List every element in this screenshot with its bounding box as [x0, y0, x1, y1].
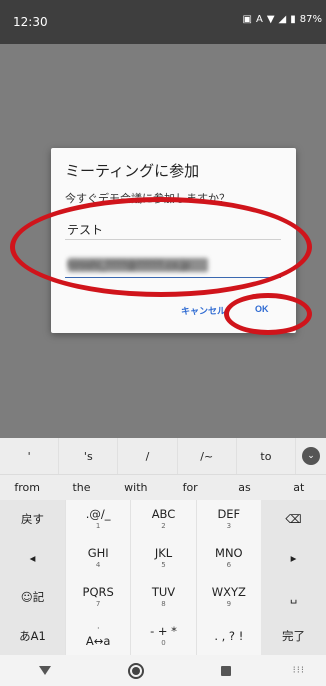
expand-suggestions-button[interactable]: ⌄ — [296, 438, 326, 474]
key-sublabel: 6 — [226, 561, 232, 569]
key-6[interactable]: MNO 6 — [195, 539, 261, 578]
key-label: - + * — [150, 624, 177, 638]
key-1[interactable]: .@/_ 1 — [65, 500, 131, 539]
key-sublabel: 5 — [161, 561, 166, 569]
key-3[interactable]: DEF 3 — [195, 500, 261, 539]
battery-icon: ▮ — [290, 14, 296, 25]
word-item[interactable]: for — [163, 475, 217, 500]
home-circle-icon — [127, 662, 144, 679]
status-bar: 12:30 ▣ A ▼ ◢ ▮ 87% — [0, 0, 326, 44]
done-key[interactable]: 完了 — [260, 617, 326, 656]
key-label: GHI — [87, 546, 109, 560]
key-row: 戻す .@/_ 1 ABC 2 DEF 3 ⌫ — [0, 500, 326, 539]
suggestion-item[interactable]: to — [237, 438, 297, 474]
key-sublabel: 0 — [161, 639, 166, 647]
navigation-bar: ⁝⁝⁝ — [0, 655, 326, 686]
phone-screen: 12:30 ▣ A ▼ ◢ ▮ 87% ミーティングに参加 今すぐデモ会議に参加… — [0, 0, 326, 686]
key-row: ◂ GHI 4 JKL 5 MNO 6 ▸ — [0, 539, 326, 578]
key-label: .@/_ — [85, 507, 111, 521]
word-item[interactable]: the — [54, 475, 108, 500]
key-2[interactable]: ABC 2 — [130, 500, 196, 539]
key-label: 完了 — [281, 629, 305, 643]
suggestion-item[interactable]: ' — [0, 438, 60, 474]
key-sublabel: 8 — [161, 600, 166, 608]
key-5[interactable]: JKL 5 — [130, 539, 196, 578]
battery-percent: 87% — [299, 14, 322, 25]
key-sublabel: 4 — [95, 561, 101, 569]
dialog-title: ミーティングに参加 — [65, 162, 200, 180]
key-7[interactable]: PQRS 7 — [65, 578, 131, 617]
backspace-key[interactable]: ⌫ — [260, 500, 326, 539]
key-label: MNO — [215, 546, 243, 560]
key-label: JKL — [154, 546, 173, 560]
key-sublabel: 1 — [95, 522, 101, 530]
annotation-ellipse-fields — [10, 197, 312, 297]
arrow-right-icon: ▸ — [290, 551, 297, 565]
wifi-icon: ▼ — [266, 14, 275, 25]
keyboard-icon: ⁝⁝⁝ — [292, 665, 306, 676]
key-8[interactable]: TUV 8 — [130, 578, 196, 617]
suggestion-bar: ' 's / /~ to ⌄ — [0, 438, 326, 474]
cursor-left-key[interactable]: ◂ — [0, 539, 65, 578]
key-row: あA1 ' A↔a - + * 0 . , ? ! 完了 — [0, 617, 326, 656]
case-toggle-key[interactable]: ' A↔a — [65, 617, 131, 656]
cursor-right-key[interactable]: ▸ — [260, 539, 326, 578]
recents-square-icon — [221, 665, 232, 676]
recents-button[interactable] — [181, 665, 272, 676]
word-item[interactable]: from — [0, 475, 54, 500]
status-time: 12:30 — [13, 15, 48, 29]
cast-icon: ▣ — [242, 14, 252, 25]
suggestion-item[interactable]: /~ — [178, 438, 237, 474]
space-key[interactable]: ␣ — [260, 578, 326, 617]
emoji-symbol-key[interactable]: ☺記 — [0, 578, 65, 617]
key-4[interactable]: GHI 4 — [65, 539, 131, 578]
key-0[interactable]: - + * 0 — [130, 617, 196, 656]
key-label: PQRS — [82, 585, 114, 599]
key-label: . , ? ! — [214, 629, 244, 643]
suggestion-item[interactable]: 's — [59, 438, 119, 474]
status-icons: ▣ A ▼ ◢ ▮ 87% — [243, 14, 322, 25]
home-button[interactable] — [91, 662, 182, 679]
suggestion-item[interactable]: / — [118, 438, 178, 474]
key-label: 戻す — [21, 512, 44, 526]
key-label: WXYZ — [211, 585, 246, 599]
undo-key[interactable]: 戻す — [0, 500, 65, 539]
emoji-icon: ☺記 — [20, 590, 45, 604]
key-sublabel: 2 — [161, 522, 166, 530]
chevron-down-icon: ⌄ — [302, 447, 321, 465]
back-button[interactable] — [0, 666, 91, 675]
space-icon: ␣ — [289, 590, 298, 604]
key-label: DEF — [217, 507, 241, 521]
keyboard: ' 's / /~ to ⌄ from the with for as at 戻… — [0, 438, 326, 656]
backspace-icon: ⌫ — [285, 512, 302, 526]
ai-icon: A — [256, 14, 263, 25]
punctuation-key[interactable]: . , ? ! — [195, 617, 261, 656]
key-sublabel: 9 — [226, 600, 232, 608]
signal-icon: ◢ — [278, 14, 287, 25]
key-label: あA1 — [19, 629, 46, 643]
key-label: ABC — [151, 507, 176, 521]
arrow-left-icon: ◂ — [29, 551, 36, 565]
annotation-ellipse-ok — [224, 293, 312, 335]
word-item[interactable]: with — [109, 475, 163, 500]
key-9[interactable]: WXYZ 9 — [195, 578, 261, 617]
key-sublabel: 7 — [95, 600, 101, 608]
key-label: A↔a — [85, 634, 111, 648]
input-mode-key[interactable]: あA1 — [0, 617, 65, 656]
keyboard-switch-button[interactable]: ⁝⁝⁝ — [272, 665, 326, 676]
cancel-button[interactable]: キャンセル — [181, 304, 226, 317]
key-row: ☺記 PQRS 7 TUV 8 WXYZ 9 ␣ — [0, 578, 326, 617]
word-item[interactable]: as — [217, 475, 271, 500]
word-item[interactable]: at — [272, 475, 326, 500]
key-sublabel: 3 — [226, 522, 232, 530]
key-grid: 戻す .@/_ 1 ABC 2 DEF 3 ⌫ ◂ GHI 4 JKL 5 MNO 6 ▸ … — [0, 500, 326, 656]
back-triangle-icon — [39, 666, 52, 675]
key-label: TUV — [151, 585, 176, 599]
word-prediction-row: from the with for as at — [0, 474, 326, 500]
